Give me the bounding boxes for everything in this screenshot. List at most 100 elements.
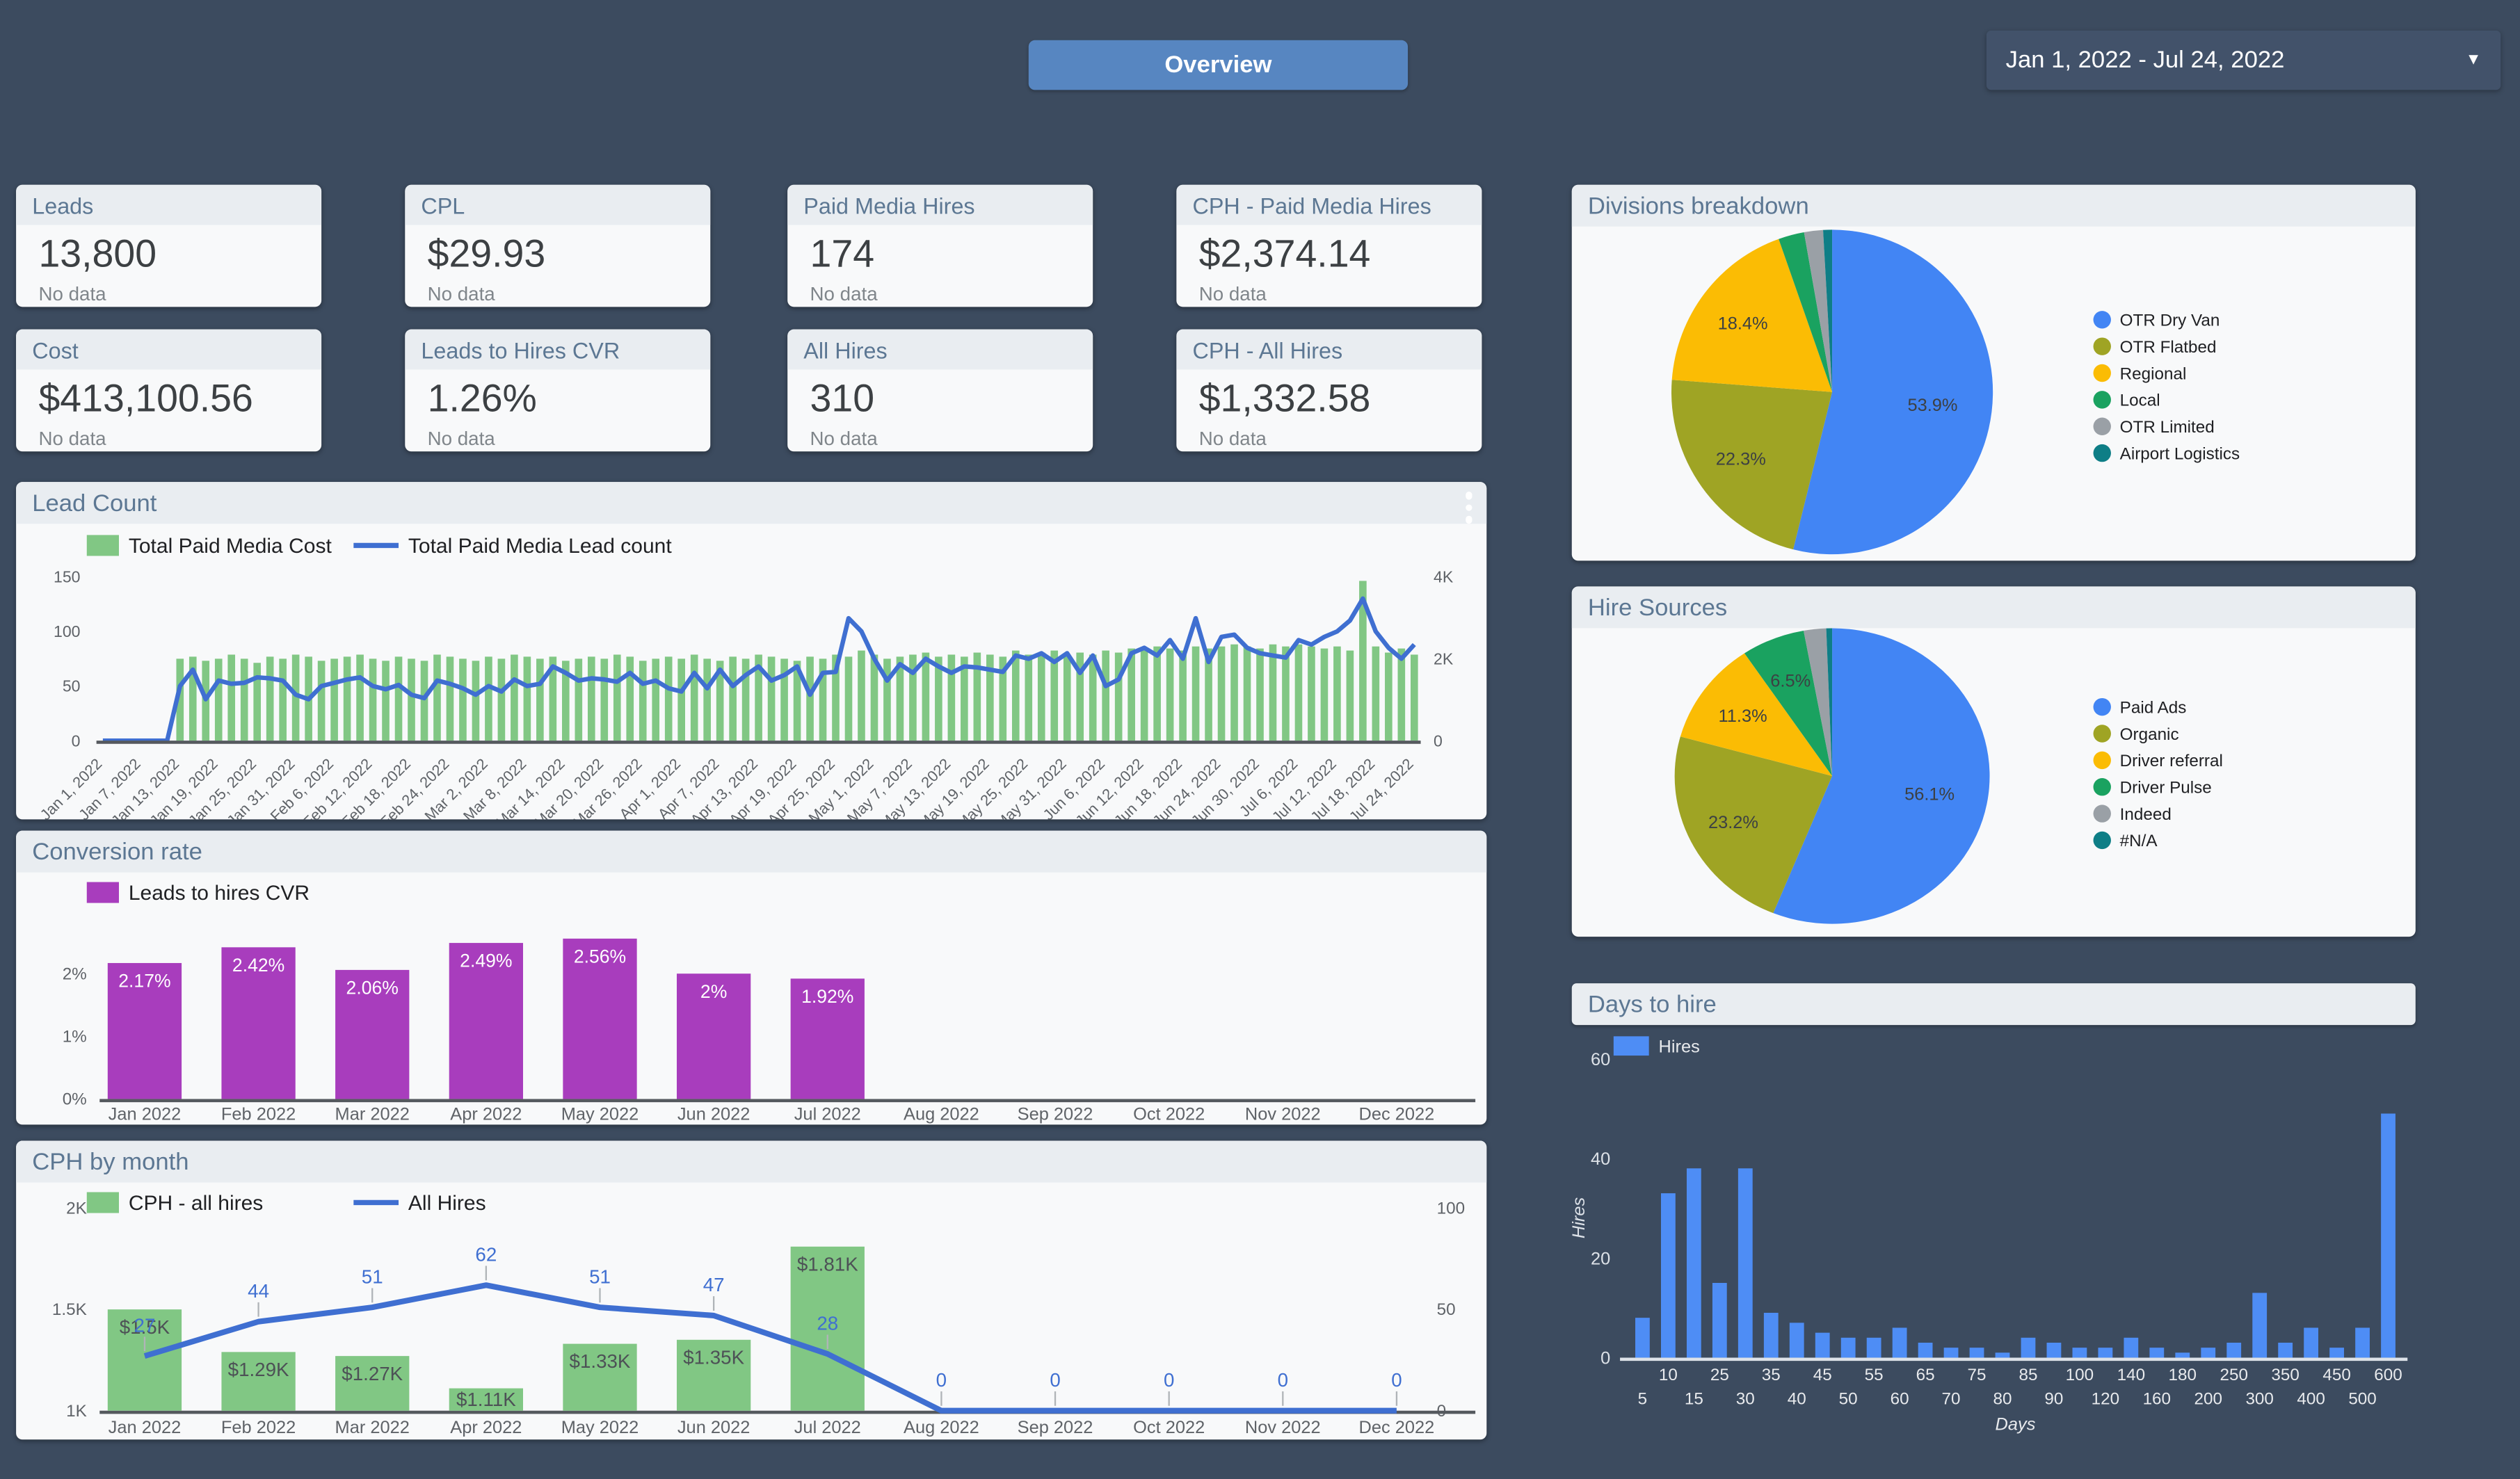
axis-label: May 2022: [561, 1104, 639, 1124]
series-line: [145, 1285, 1397, 1410]
pie-label: 18.4%: [1718, 314, 1768, 334]
pie-label: 23.2%: [1708, 813, 1758, 832]
bar: [677, 658, 685, 741]
value-label: 2.06%: [346, 978, 399, 999]
axis-label: Feb 2022: [221, 1418, 296, 1437]
legend-dot: [2094, 311, 2111, 328]
value-label: 51: [589, 1266, 611, 1288]
legend-dot: [2094, 698, 2111, 716]
kpi-title: CPL: [405, 185, 710, 225]
legend-label: Regional: [2120, 364, 2187, 383]
card-title: Lead Count: [32, 490, 157, 517]
bar: [639, 661, 647, 741]
bar: [330, 658, 338, 741]
kpi-title-label: Paid Media Hires: [803, 192, 974, 218]
bar: [1867, 1338, 1881, 1358]
bar: [1153, 647, 1161, 741]
kpi-title: All Hires: [787, 330, 1093, 370]
axis-label: Apr 2022: [450, 1418, 522, 1437]
axis-label: 30: [1736, 1389, 1755, 1408]
kpi-title: Leads to Hires CVR: [405, 330, 710, 370]
axis-label: Jul 2022: [794, 1418, 861, 1437]
axis-label: 60: [1891, 1389, 1909, 1408]
axis-label: Dec 2022: [1359, 1418, 1435, 1437]
axis-label: 50: [1839, 1389, 1858, 1408]
kpi-title-label: Leads: [32, 192, 93, 218]
legend-dot: [2094, 444, 2111, 462]
legend-label: Indeed: [2120, 805, 2172, 824]
axis-label: Aug 2022: [904, 1104, 979, 1124]
bar: [1661, 1193, 1676, 1357]
bar: [2355, 1327, 2370, 1357]
value-label: 2%: [700, 981, 727, 1002]
axis-label: 180: [2169, 1366, 2197, 1384]
more-options-icon[interactable]: [1460, 487, 1477, 528]
axis-label: Jun 2022: [677, 1104, 751, 1124]
pie-label: 6.5%: [1770, 671, 1811, 690]
card-title: CPH by month: [32, 1148, 188, 1175]
tab-overview[interactable]: Overview: [1029, 40, 1408, 90]
value-label: 0: [1278, 1369, 1288, 1391]
axis-label: Jan 2022: [109, 1104, 182, 1124]
date-range-select[interactable]: Jan 1, 2022 - Jul 24, 2022 ▼: [1987, 31, 2501, 90]
bar: [768, 656, 776, 741]
axis-label: Sep 2022: [1018, 1104, 1093, 1124]
pie-label: 11.3%: [1719, 706, 1767, 726]
bar: [1712, 1283, 1727, 1357]
legend-swatch: [87, 1192, 119, 1213]
bar: [511, 654, 518, 741]
bar: [2149, 1348, 2164, 1357]
bar: [2021, 1338, 2036, 1358]
axis-label: Sep 2022: [1018, 1418, 1093, 1437]
days-to-hire-header: Days to hire: [1572, 983, 2416, 1025]
value-label: $1.11K: [456, 1389, 516, 1410]
kpi-value: $1,332.58: [1176, 369, 1482, 422]
axis-label: 4K: [1434, 568, 1454, 586]
bar: [2226, 1343, 2241, 1357]
axis-label: 500: [2348, 1389, 2376, 1408]
value-label: $1.35K: [683, 1346, 744, 1368]
legend-label: Hires: [1659, 1037, 1700, 1056]
axis-label: 400: [2297, 1389, 2325, 1408]
bar: [1244, 647, 1251, 741]
kpi-card-cpl: CPL $29.93 No data: [405, 185, 710, 307]
axis-label: 40: [1788, 1389, 1806, 1408]
axis-label: Oct 2022: [1133, 1418, 1205, 1437]
axis-label: 5: [1638, 1389, 1648, 1408]
legend-dot: [2094, 418, 2111, 435]
legend-swatch: [1614, 1036, 1649, 1056]
legend-dot: [2094, 391, 2111, 408]
bar: [344, 656, 351, 741]
axis-label: Mar 2022: [335, 1104, 410, 1124]
axis-label: Nov 2022: [1245, 1104, 1321, 1124]
value-label: $1.29K: [228, 1359, 289, 1380]
legend-label: Driver referral: [2120, 752, 2223, 770]
kpi-value: $2,374.14: [1176, 225, 1482, 277]
legend-label: Organic: [2120, 725, 2179, 744]
kpi-subtext: No data: [1176, 278, 1482, 305]
kpi-subtext: No data: [16, 278, 321, 305]
cph-by-month-chart: CPH - all hiresAll Hires1K1.5K2K050100$1…: [16, 1183, 1486, 1440]
kpi-subtext: No data: [787, 278, 1093, 305]
dashboard: Overview Jan 1, 2022 - Jul 24, 2022 ▼ Le…: [0, 0, 2520, 1479]
axis-label: Aug 2022: [904, 1418, 979, 1437]
axis-label: 120: [2092, 1389, 2119, 1408]
bar: [626, 656, 634, 741]
axis-label: Jan 2022: [109, 1418, 182, 1437]
value-label: 2.42%: [232, 955, 284, 976]
legend-dot: [2094, 364, 2111, 382]
lead-count-card: Lead Count Total Paid Media CostTotal Pa…: [16, 482, 1486, 819]
kpi-value: 174: [787, 225, 1093, 277]
value-label: 2.17%: [118, 971, 170, 992]
bar: [1102, 651, 1109, 741]
bar: [253, 663, 261, 741]
bar: [1025, 654, 1032, 741]
divisions-breakdown-card: Divisions breakdown 53.9%22.3%18.4%OTR D…: [1572, 185, 2416, 561]
legend-label: Local: [2120, 391, 2160, 410]
bar: [806, 656, 814, 741]
bar: [215, 658, 223, 741]
kpi-card-cost: Cost $413,100.56 No data: [16, 330, 321, 452]
value-label: 1.92%: [801, 986, 853, 1007]
axis-label: Jul 2022: [794, 1104, 861, 1124]
bar: [524, 656, 531, 741]
